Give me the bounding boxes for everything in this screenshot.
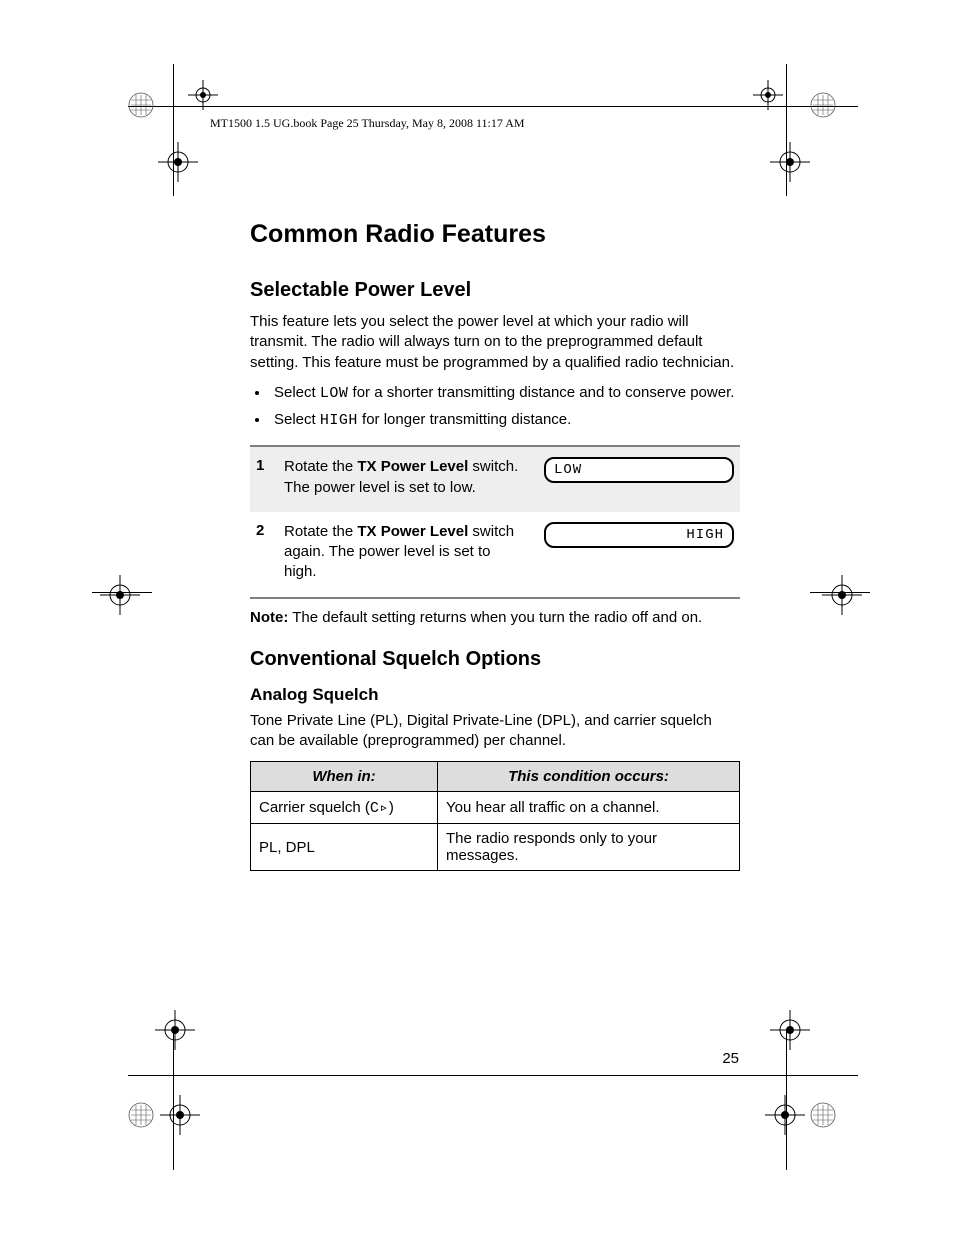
note-label: Note: bbox=[250, 609, 288, 626]
note: Note: The default setting returns when y… bbox=[250, 609, 740, 626]
cell-text: ) bbox=[389, 799, 394, 816]
table-header-row: When in: This condition occurs: bbox=[251, 762, 740, 792]
bullet-text: for a shorter transmitting distance and … bbox=[348, 384, 734, 401]
page: MT1500 1.5 UG.book Page 25 Thursday, May… bbox=[0, 0, 954, 1235]
registration-cross-icon bbox=[158, 142, 198, 182]
registration-mark-icon bbox=[808, 1100, 838, 1130]
bullet-high: Select HIGH for longer transmitting dist… bbox=[270, 410, 740, 431]
bullet-list: Select LOW for a shorter transmitting di… bbox=[270, 383, 740, 432]
crop-rule bbox=[92, 592, 152, 593]
page-title: Common Radio Features bbox=[250, 220, 740, 249]
table-cell: You hear all traffic on a channel. bbox=[438, 792, 740, 824]
registration-cross-icon bbox=[822, 575, 862, 615]
table-row: PL, DPL The radio responds only to your … bbox=[251, 824, 740, 871]
table-header: When in: bbox=[251, 762, 438, 792]
crop-rule bbox=[173, 64, 174, 196]
bullet-low: Select LOW for a shorter transmitting di… bbox=[270, 383, 740, 404]
bullet-text: Select bbox=[274, 411, 320, 428]
registration-cross-icon bbox=[160, 1095, 200, 1135]
section-intro-power: This feature lets you select the power l… bbox=[250, 312, 740, 373]
bullet-text: for longer transmitting distance. bbox=[358, 411, 571, 428]
cell-text: PL, DPL bbox=[259, 839, 315, 856]
table-row: Carrier squelch (C▹) You hear all traffi… bbox=[251, 792, 740, 824]
crop-rule bbox=[810, 592, 870, 593]
carrier-squelch-icon: C▹ bbox=[370, 800, 389, 817]
table-cell: PL, DPL bbox=[251, 824, 438, 871]
registration-cross-icon bbox=[770, 142, 810, 182]
squelch-table: When in: This condition occurs: Carrier … bbox=[250, 761, 740, 871]
crop-rule bbox=[786, 1030, 787, 1170]
step-text-bold: TX Power Level bbox=[357, 458, 468, 475]
step-row: 2 Rotate the TX Power Level switch again… bbox=[250, 512, 740, 597]
table-header: This condition occurs: bbox=[438, 762, 740, 792]
step-row: 1 Rotate the TX Power Level switch. The … bbox=[250, 447, 740, 512]
step-text-part: Rotate the bbox=[284, 458, 357, 475]
step-number: 2 bbox=[256, 522, 284, 539]
registration-cross-icon bbox=[155, 1010, 195, 1050]
steps-table: 1 Rotate the TX Power Level switch. The … bbox=[250, 445, 740, 598]
section-intro-squelch: Tone Private Line (PL), Digital Private-… bbox=[250, 711, 740, 752]
radio-display-high: HIGH bbox=[544, 522, 734, 548]
table-cell: The radio responds only to your messages… bbox=[438, 824, 740, 871]
step-number: 1 bbox=[256, 457, 284, 474]
section-heading-power: Selectable Power Level bbox=[250, 279, 740, 302]
step-instruction: Rotate the TX Power Level switch again. … bbox=[284, 522, 524, 583]
code-high: HIGH bbox=[320, 412, 358, 429]
registration-mark-icon bbox=[126, 90, 156, 120]
crop-rule bbox=[786, 64, 787, 196]
registration-cross-icon bbox=[765, 1095, 805, 1135]
cell-text: Carrier squelch ( bbox=[259, 799, 370, 816]
content-area: Common Radio Features Selectable Power L… bbox=[250, 220, 740, 871]
step-text-part: Rotate the bbox=[284, 523, 357, 540]
crop-rule bbox=[128, 1075, 858, 1076]
table-cell: Carrier squelch (C▹) bbox=[251, 792, 438, 824]
radio-display-low: LOW bbox=[544, 457, 734, 483]
page-number: 25 bbox=[722, 1050, 739, 1067]
registration-mark-icon bbox=[808, 90, 838, 120]
registration-mark-icon bbox=[126, 1100, 156, 1130]
bullet-text: Select bbox=[274, 384, 320, 401]
document-header: MT1500 1.5 UG.book Page 25 Thursday, May… bbox=[210, 116, 525, 131]
subsection-heading-analog: Analog Squelch bbox=[250, 685, 740, 705]
note-text: The default setting returns when you tur… bbox=[288, 609, 702, 626]
step-instruction: Rotate the TX Power Level switch. The po… bbox=[284, 457, 524, 498]
crop-rule bbox=[173, 1030, 174, 1170]
section-heading-squelch: Conventional Squelch Options bbox=[250, 648, 740, 671]
code-low: LOW bbox=[320, 385, 349, 402]
crop-rule bbox=[128, 106, 858, 107]
registration-cross-icon bbox=[770, 1010, 810, 1050]
step-text-bold: TX Power Level bbox=[357, 523, 468, 540]
registration-cross-icon bbox=[100, 575, 140, 615]
